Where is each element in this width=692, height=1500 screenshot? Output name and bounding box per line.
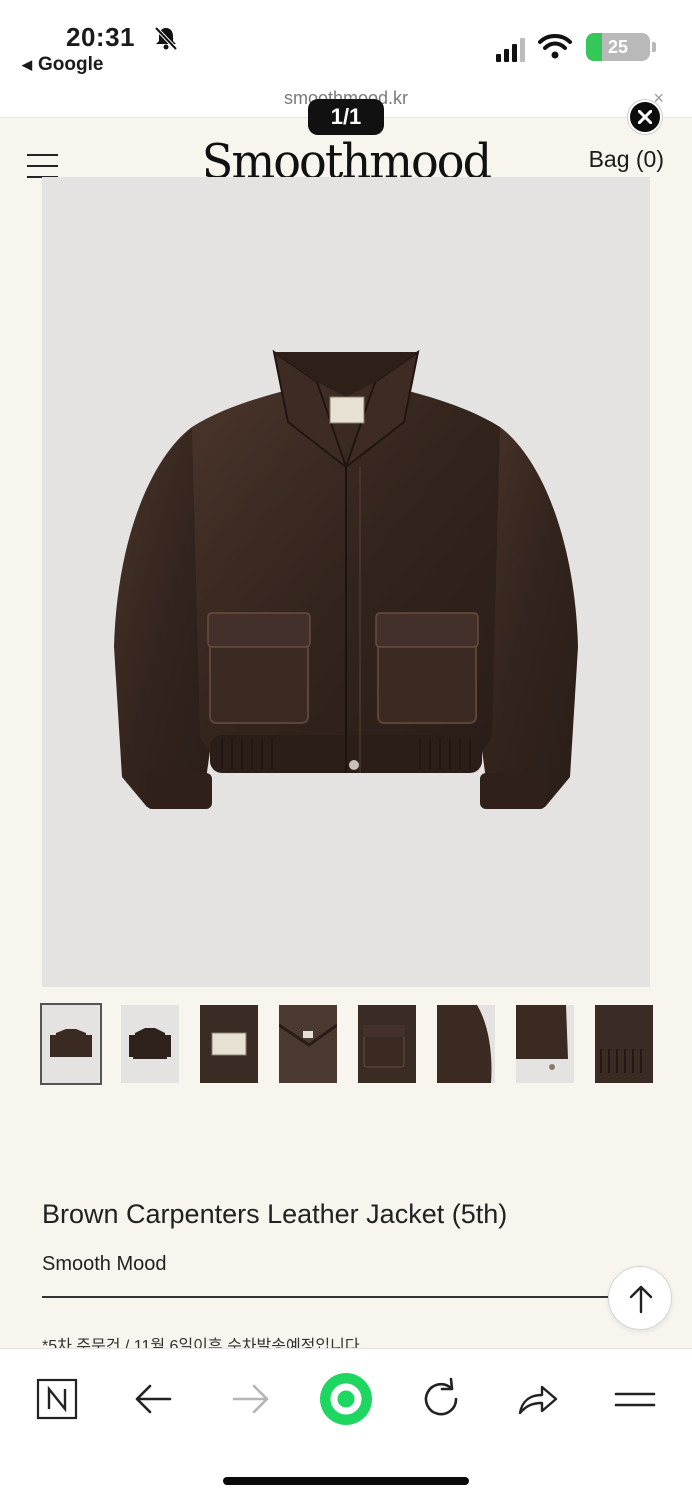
hamburger-menu-icon[interactable]: [27, 154, 58, 178]
thumbnail-strip: [40, 1003, 653, 1085]
back-to-app-link[interactable]: ◀ Google: [22, 54, 103, 76]
thumbnail-back[interactable]: [121, 1005, 179, 1083]
product-brand[interactable]: Smooth Mood: [42, 1253, 167, 1276]
share-icon[interactable]: [510, 1371, 566, 1427]
naver-n-icon[interactable]: [29, 1371, 85, 1427]
thumbnail-front[interactable]: [40, 1003, 102, 1085]
thumbnail-sleeve-detail[interactable]: [437, 1005, 495, 1083]
home-circle-icon[interactable]: [318, 1371, 374, 1427]
arrow-up-icon: [629, 1285, 653, 1314]
thumbnail-button-detail[interactable]: [516, 1005, 574, 1083]
product-main-image[interactable]: [42, 177, 650, 987]
menu-icon[interactable]: [606, 1371, 662, 1427]
scroll-to-top-button[interactable]: [608, 1266, 672, 1330]
thumbnail-hem-detail[interactable]: [595, 1005, 653, 1083]
leather-jacket-image: [114, 349, 578, 809]
battery-level: 25: [607, 37, 629, 57]
divider: [42, 1296, 608, 1298]
shipping-notice: *5차 주문건 / 11월 6일이후 순차발송예정입니다: [42, 1338, 360, 1348]
bell-muted-icon: [154, 26, 178, 51]
status-bar: 20:31 ◀ Google 25: [0, 0, 692, 90]
forward-arrow-icon[interactable]: [222, 1371, 278, 1427]
thumbnail-pocket-detail[interactable]: [358, 1005, 416, 1083]
back-arrow-icon[interactable]: [126, 1371, 182, 1427]
status-time: 20:31: [66, 22, 135, 52]
thumbnail-label-detail[interactable]: [200, 1005, 258, 1083]
wifi-icon: [538, 34, 572, 59]
cellular-signal-icon: [496, 38, 525, 62]
home-indicator[interactable]: [223, 1477, 469, 1485]
back-app-label: Google: [38, 54, 104, 75]
bag-link[interactable]: Bag (0): [589, 146, 664, 173]
thumbnail-collar-detail[interactable]: [279, 1005, 337, 1083]
reload-icon[interactable]: [413, 1371, 469, 1427]
product-title: Brown Carpenters Leather Jacket (5th): [42, 1199, 508, 1229]
battery-indicator: 25: [586, 33, 656, 61]
back-triangle-icon: ◀: [22, 57, 32, 72]
